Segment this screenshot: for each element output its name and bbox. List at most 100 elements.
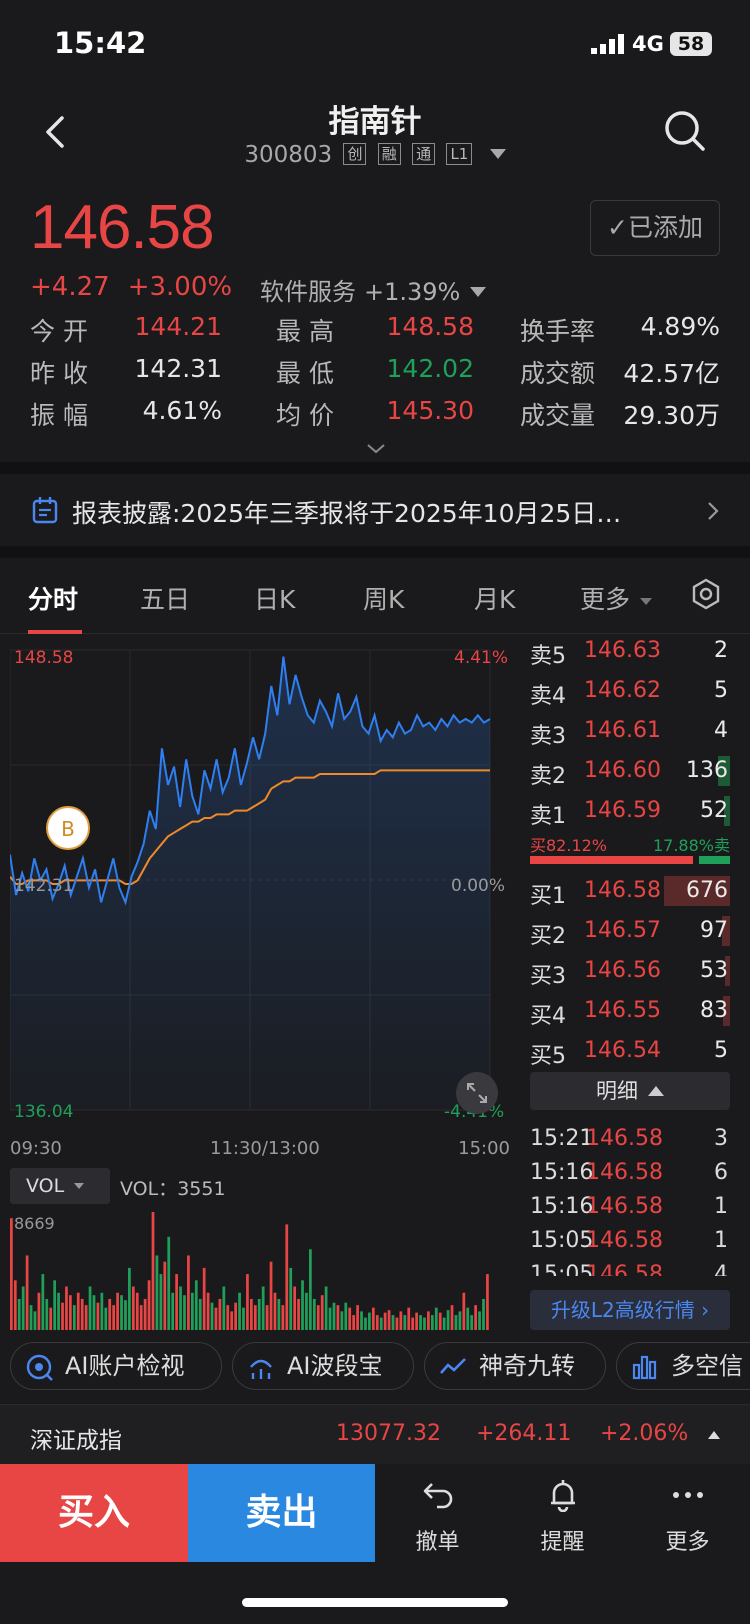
volume-bar bbox=[230, 1311, 234, 1330]
ask-label: 卖2 bbox=[530, 764, 566, 789]
added-watchlist-button[interactable]: ✓已添加 bbox=[590, 200, 720, 256]
volume-bar bbox=[391, 1315, 395, 1330]
sector-selector[interactable]: 软件服务 +1.39% bbox=[260, 272, 487, 307]
volume-bar bbox=[13, 1280, 17, 1330]
signal-icon bbox=[591, 34, 624, 54]
stat-value: 29.30万 bbox=[623, 401, 720, 430]
ask-row[interactable]: 卖5 146.63 2 bbox=[530, 632, 730, 670]
indicator-selector[interactable]: VOL bbox=[10, 1168, 110, 1204]
volume-bar bbox=[29, 1305, 33, 1330]
tab-intraday[interactable]: 分时 bbox=[28, 580, 78, 616]
trade-qty: 4 bbox=[714, 1262, 728, 1276]
volume-bar bbox=[80, 1298, 84, 1330]
index-ticker[interactable]: 深证成指 13077.32 +264.11 +2.06% bbox=[0, 1404, 750, 1464]
active-tab-indicator bbox=[28, 630, 82, 634]
tab-monthly-k[interactable]: 月K bbox=[474, 580, 515, 616]
bid-row[interactable]: 买1 146.58 676 bbox=[530, 872, 730, 910]
volume-bar bbox=[92, 1295, 96, 1330]
ask-price: 146.60 bbox=[584, 758, 661, 783]
tab-more-caret-icon bbox=[640, 598, 653, 605]
tag-chuang: 创 bbox=[343, 143, 367, 165]
stat-label: 今 开 bbox=[30, 317, 88, 346]
stat-turnover: 换手率 4.89% bbox=[520, 312, 720, 348]
stat-value: 145.30 bbox=[386, 396, 474, 425]
bid-row[interactable]: 买5 146.54 5 bbox=[530, 1032, 730, 1070]
tab-five-day[interactable]: 五日 bbox=[140, 580, 190, 616]
stat-high: 最 高 148.58 bbox=[276, 312, 474, 348]
volume-bar bbox=[482, 1298, 485, 1330]
volume-bar bbox=[175, 1274, 178, 1330]
volume-bar bbox=[328, 1307, 332, 1330]
more-button[interactable]: 更多 bbox=[625, 1464, 750, 1562]
notice-banner[interactable]: 报表披露:2025年三季报将于2025年10月25日… bbox=[0, 474, 750, 546]
ai-band-chip[interactable]: AI波段宝 bbox=[232, 1342, 414, 1390]
home-indicator[interactable] bbox=[242, 1598, 508, 1607]
bid-label: 买5 bbox=[530, 1044, 566, 1069]
buy-marker[interactable]: B bbox=[46, 806, 90, 850]
chevron-right-icon bbox=[708, 502, 719, 520]
trade-qty: 1 bbox=[714, 1194, 728, 1219]
ask-row[interactable]: 卖1 146.59 52 bbox=[530, 792, 730, 830]
volume-bar bbox=[309, 1249, 312, 1330]
volume-bar bbox=[135, 1292, 139, 1330]
volume-bar bbox=[202, 1267, 206, 1330]
trade-time: 15:05 bbox=[530, 1228, 594, 1253]
bid-label: 买1 bbox=[530, 884, 566, 909]
settings-hexagon-icon[interactable] bbox=[690, 578, 722, 610]
alert-button[interactable]: 提醒 bbox=[500, 1464, 625, 1562]
alert-label: 提醒 bbox=[540, 1530, 585, 1555]
buy-button[interactable]: 买入 bbox=[0, 1464, 188, 1562]
magic-nine-chip[interactable]: 神奇九转 bbox=[424, 1342, 606, 1390]
volume-bar bbox=[25, 1255, 29, 1330]
volume-bar bbox=[61, 1302, 64, 1330]
notice-text: 报表披露:2025年三季报将于2025年10月25日… bbox=[72, 499, 622, 528]
bid-price: 146.57 bbox=[584, 918, 661, 943]
volume-bar bbox=[96, 1302, 100, 1330]
ask-label: 卖3 bbox=[530, 724, 566, 749]
intraday-chart[interactable]: B bbox=[10, 640, 510, 1120]
caret-up-icon bbox=[648, 1086, 664, 1096]
battery-icon: 58 bbox=[670, 32, 712, 56]
tab-more[interactable]: 更多 bbox=[580, 580, 653, 616]
stat-value: 42.57亿 bbox=[623, 359, 720, 388]
bid-price: 146.56 bbox=[584, 958, 661, 983]
ask-row[interactable]: 卖2 146.60 136 bbox=[530, 752, 730, 790]
stat-label: 均 价 bbox=[276, 401, 334, 430]
volume-bar bbox=[159, 1274, 163, 1330]
tab-daily-k[interactable]: 日K bbox=[254, 580, 295, 616]
bid-row[interactable]: 买2 146.57 97 bbox=[530, 912, 730, 950]
volume-bar bbox=[340, 1311, 344, 1330]
volume-bar bbox=[155, 1255, 159, 1330]
ai-account-review-chip[interactable]: AI账户检视 bbox=[10, 1342, 222, 1390]
sell-ratio-label: 17.88%卖 bbox=[652, 836, 730, 855]
chip-label: AI账户检视 bbox=[65, 1352, 185, 1380]
cancel-order-button[interactable]: 撤单 bbox=[375, 1464, 500, 1562]
search-icon[interactable] bbox=[664, 110, 706, 152]
ask-row[interactable]: 卖3 146.61 4 bbox=[530, 712, 730, 750]
fullscreen-expand-icon[interactable] bbox=[456, 1072, 498, 1114]
trade-time: 15:05 bbox=[530, 1262, 594, 1276]
volume-bar bbox=[446, 1310, 450, 1330]
ask-row[interactable]: 卖4 146.62 5 bbox=[530, 672, 730, 710]
sell-button[interactable]: 卖出 bbox=[188, 1464, 375, 1562]
expand-up-icon[interactable] bbox=[708, 1431, 720, 1439]
upgrade-l2-button[interactable]: 升级L2高级行情 › bbox=[530, 1290, 730, 1330]
long-short-chip[interactable]: 多空信 bbox=[616, 1342, 750, 1390]
trade-qty: 1 bbox=[714, 1228, 728, 1253]
volume-bar bbox=[273, 1292, 277, 1330]
tab-weekly-k[interactable]: 周K bbox=[363, 580, 404, 616]
volume-bar bbox=[167, 1236, 171, 1330]
volume-bar bbox=[364, 1317, 367, 1330]
volume-bar bbox=[33, 1311, 37, 1330]
trade-time: 15:21 bbox=[530, 1126, 594, 1151]
expand-stats-chevron-icon[interactable] bbox=[364, 442, 388, 456]
last-price: 146.58 bbox=[30, 193, 215, 262]
ask-price: 146.61 bbox=[584, 718, 661, 743]
volume-bar bbox=[210, 1302, 214, 1330]
stock-code-row[interactable]: 300803 创 融 通 L1 bbox=[0, 142, 750, 168]
detail-toggle-button[interactable]: 明细 bbox=[530, 1072, 730, 1110]
volume-bar bbox=[474, 1305, 477, 1330]
bid-row[interactable]: 买3 146.56 53 bbox=[530, 952, 730, 990]
volume-bar bbox=[10, 1218, 13, 1330]
bid-row[interactable]: 买4 146.55 83 bbox=[530, 992, 730, 1030]
